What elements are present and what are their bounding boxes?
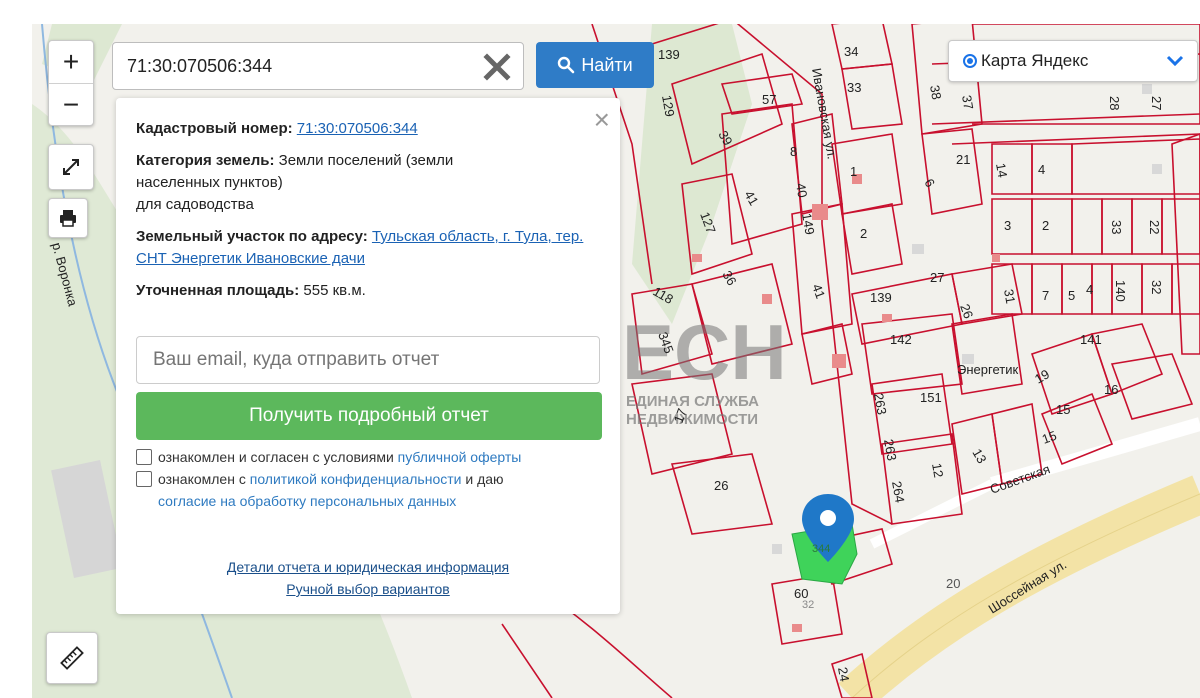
zoom-control: + −: [48, 40, 94, 126]
parcel-number: 19: [1032, 366, 1052, 386]
consent-offer-text: ознакомлен и согласен с условиями: [158, 449, 394, 465]
parcel-number: 31: [1001, 288, 1018, 305]
category-label: Категория земель:: [136, 152, 275, 169]
parcel-number: 151: [920, 390, 942, 405]
consent-offer-row: ознакомлен и согласен с условиями публич…: [136, 446, 600, 468]
parcel-number: 4: [1086, 282, 1093, 297]
parcel-number: 32: [1149, 280, 1164, 294]
report-details-link[interactable]: Детали отчета и юридическая информация: [116, 556, 620, 578]
street-label-sovetskaya: Советская: [988, 461, 1052, 497]
radio-selected-icon: [963, 54, 977, 68]
expand-icon: [63, 159, 79, 175]
parcel-number: 33: [847, 80, 861, 95]
public-offer-link[interactable]: публичной оферты: [398, 449, 522, 465]
parcel-info-panel: × Кадастровый номер: 71:30:070506:344 Ка…: [116, 98, 620, 614]
parcel-number: 33: [1109, 220, 1124, 234]
parcel-number: 3: [1004, 218, 1011, 233]
brand-line-1: ЕДИНАЯ СЛУЖБА: [626, 393, 759, 410]
find-button-label: Найти: [581, 54, 633, 75]
get-report-button[interactable]: Получить подробный отчет: [136, 392, 602, 440]
parcel-number: 13: [969, 446, 989, 466]
address-label: Земельный участок по адресу:: [136, 228, 368, 245]
print-button[interactable]: [48, 198, 88, 238]
parcel-number: 24: [835, 666, 852, 683]
category-use: для садоводства: [136, 196, 254, 213]
parcel-number: 139: [658, 47, 680, 62]
parcel-number: 142: [890, 332, 912, 347]
parcel-number: 149: [799, 212, 818, 236]
consent-offer-checkbox[interactable]: [136, 449, 152, 465]
fullscreen-button[interactable]: [48, 144, 94, 190]
parcel-number: 14: [993, 162, 1010, 179]
close-icon[interactable]: ×: [594, 106, 610, 134]
consent-privacy-text-a: ознакомлен с: [158, 471, 246, 487]
street-label-ivanovskaya: Ивановская ул.: [809, 67, 840, 160]
parcel-number: 36: [719, 268, 739, 288]
parcel-number: 22: [1147, 220, 1162, 234]
parcel-number: 7: [1042, 288, 1049, 303]
parcel-number: 4: [1038, 162, 1045, 177]
parcel-number: 264: [889, 480, 908, 504]
parcel-number: 15: [1040, 428, 1059, 447]
parcel-number: 20: [946, 576, 960, 591]
area-label: Уточненная площадь:: [136, 282, 300, 299]
parcel-number: 38: [927, 84, 944, 101]
parcel-number: 40: [793, 182, 810, 199]
brand-line-2: НЕДВИЖИМОСТИ: [626, 411, 758, 428]
chevron-down-icon: [1166, 55, 1184, 67]
cadastral-search-input[interactable]: [125, 54, 469, 78]
parcel-number: 16: [1104, 382, 1118, 397]
parcel-number: 1: [850, 164, 857, 179]
parcel-number: 2: [1042, 218, 1049, 233]
parcel-number: 139: [870, 290, 892, 305]
cadastral-number-link[interactable]: 71:30:070506:344: [297, 120, 418, 137]
consent-privacy-row: ознакомлен с политикой конфиденциальност…: [136, 468, 600, 512]
printer-icon: [60, 210, 76, 227]
map-layer-select[interactable]: Карта Яндекс: [948, 40, 1198, 82]
zoom-out-button[interactable]: −: [49, 84, 93, 126]
parcel-number: 2: [860, 226, 867, 241]
cadastral-label: Кадастровый номер:: [136, 120, 293, 137]
email-input[interactable]: [136, 336, 600, 384]
brand-top: ЕСН: [622, 308, 787, 396]
zoom-in-button[interactable]: +: [49, 41, 93, 84]
parcel-number: 41: [741, 188, 761, 208]
parcel-number: 8: [790, 144, 797, 159]
parcel-number: 5: [1068, 288, 1075, 303]
search-icon: [558, 56, 575, 74]
clear-icon[interactable]: [481, 51, 513, 83]
area-value: 555 кв.м.: [303, 282, 366, 299]
parcel-number: 6: [921, 176, 938, 190]
consent-privacy-text-b: и даю: [465, 471, 504, 487]
ruler-button[interactable]: [46, 632, 98, 684]
parcel-number: 15: [1056, 402, 1070, 417]
parcel-number: 26: [714, 478, 728, 493]
area-label-energetik: Энергетик: [957, 362, 1018, 377]
parcel-number: 37: [959, 94, 976, 111]
parcel-number: 263: [871, 392, 890, 416]
parcel-number: 32: [802, 599, 814, 611]
parcel-number: 140: [1113, 280, 1128, 302]
cadastral-search-box: [112, 42, 524, 90]
parcel-number: 28: [1107, 96, 1122, 110]
consent-privacy-checkbox[interactable]: [136, 471, 152, 487]
manual-selection-link[interactable]: Ручной выбор вариантов: [116, 578, 620, 600]
parcel-number: 41: [809, 282, 828, 301]
ruler-icon: [60, 646, 84, 670]
parcel-number: 34: [844, 44, 858, 59]
parcel-number: 141: [1080, 332, 1102, 347]
map-layer-selected: Карта Яндекс: [981, 51, 1089, 70]
parcel-number-selected: 344: [812, 543, 830, 555]
privacy-policy-link[interactable]: политикой конфиденциальности: [250, 471, 462, 487]
personal-data-consent-link[interactable]: согласие на обработку персональных данны…: [158, 493, 456, 509]
parcel-number: 27: [1149, 96, 1164, 110]
parcel-number: 27: [930, 270, 944, 285]
parcel-number: 12: [929, 462, 946, 479]
parcel-number: 21: [956, 152, 970, 167]
panel-footer-links: Детали отчета и юридическая информация Р…: [116, 556, 620, 600]
parcel-number: 57: [762, 92, 776, 107]
find-button[interactable]: Найти: [536, 42, 654, 88]
